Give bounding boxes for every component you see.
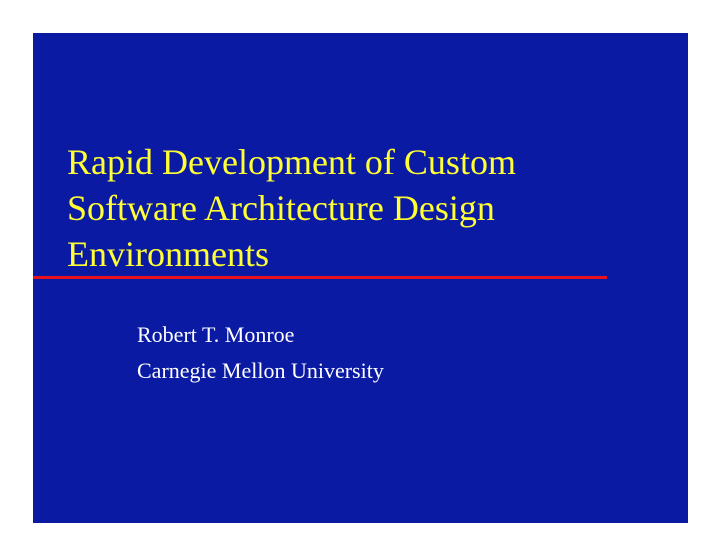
title-line-2: Software Architecture Design bbox=[67, 188, 495, 228]
slide-subtitle: Robert T. Monroe Carnegie Mellon Univers… bbox=[137, 317, 384, 389]
slide-title: Rapid Development of Custom Software Arc… bbox=[67, 139, 667, 277]
title-divider bbox=[33, 276, 607, 279]
author-name: Robert T. Monroe bbox=[137, 322, 295, 347]
slide: Rapid Development of Custom Software Arc… bbox=[33, 33, 688, 523]
title-line-3: Environments bbox=[67, 234, 269, 274]
title-line-1: Rapid Development of Custom bbox=[67, 142, 516, 182]
author-affiliation: Carnegie Mellon University bbox=[137, 358, 384, 383]
